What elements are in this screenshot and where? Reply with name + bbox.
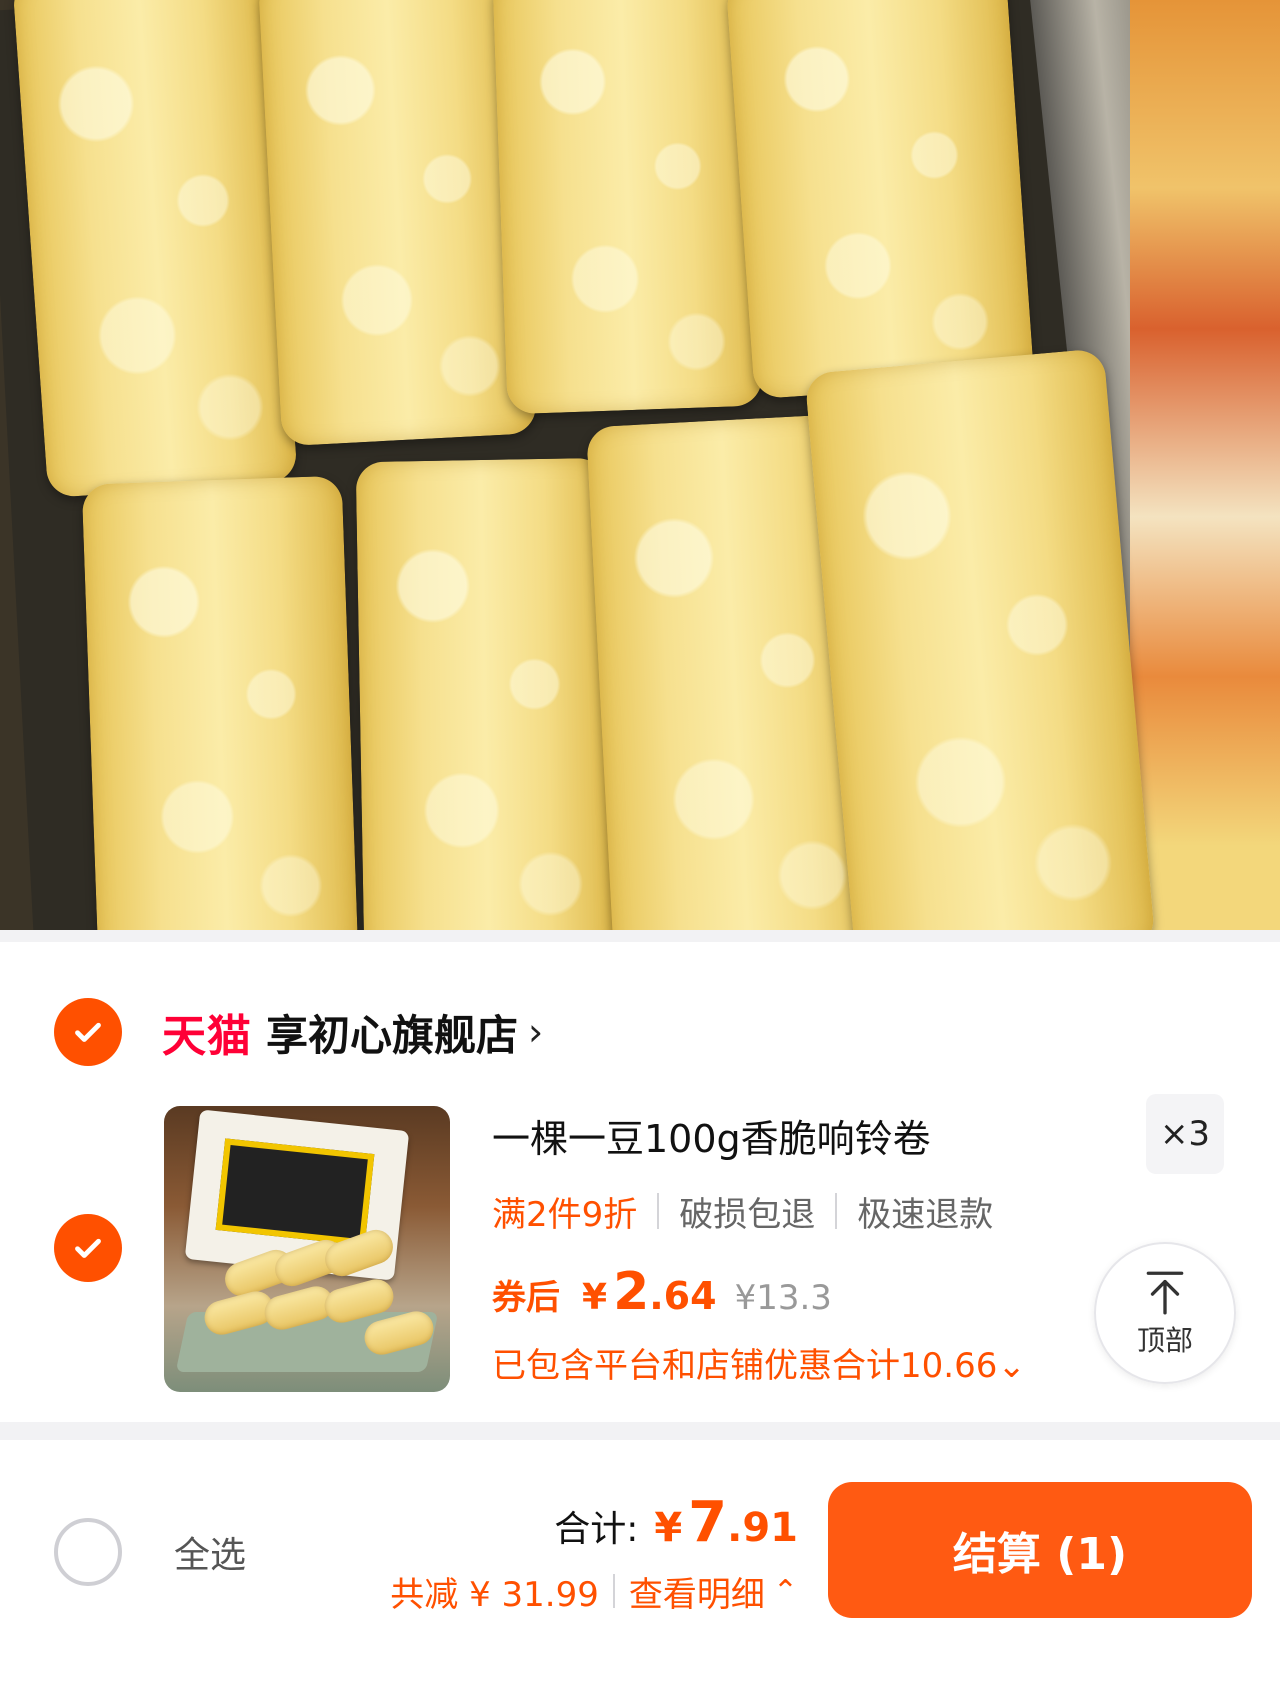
- tmall-brand-label: 天猫: [162, 1011, 252, 1062]
- total-label: 合计:: [554, 1509, 639, 1550]
- original-price: ¥13.3: [734, 1278, 832, 1318]
- total-saving: 共减 ¥ 31.99: [390, 1574, 599, 1615]
- price-row: 券后 ¥ 2 .64 ¥13.3: [492, 1262, 832, 1322]
- cart-page: 天猫 享初心旗舰店 › 一棵一豆100g香脆响铃卷 ×3 满2件9折 破损包退 …: [0, 0, 1280, 1706]
- side-dish-shape: [1130, 0, 1280, 940]
- separator: [835, 1193, 838, 1229]
- checkmark-icon: [75, 1022, 101, 1042]
- checkmark-icon: [75, 1238, 101, 1258]
- roll-shape: [12, 0, 298, 499]
- checkout-button[interactable]: 结算 (1): [828, 1482, 1252, 1618]
- select-all-label[interactable]: 全选: [174, 1526, 246, 1578]
- discount-summary[interactable]: 已包含平台和店铺优惠合计10.66⌄: [492, 1338, 1026, 1388]
- total-row: 合计: ¥ 7 .91: [554, 1490, 798, 1560]
- quantity-selector[interactable]: ×3: [1146, 1094, 1224, 1174]
- roll-shape: [725, 0, 1035, 400]
- roll-shape: [355, 457, 615, 940]
- back-to-top-label: 顶部: [1136, 1324, 1193, 1357]
- arrow-up-icon: [1146, 1271, 1184, 1315]
- roll-shape: [81, 475, 359, 940]
- currency-symbol: ¥: [582, 1277, 608, 1318]
- discount-summary-text: 已包含平台和店铺优惠合计10.66: [492, 1346, 998, 1386]
- item-checkbox[interactable]: [54, 1214, 122, 1282]
- price-decimal: .64: [649, 1274, 717, 1318]
- select-all-checkbox[interactable]: [54, 1518, 122, 1586]
- product-hero-image[interactable]: [0, 0, 1280, 940]
- currency-symbol: ¥: [654, 1505, 683, 1551]
- after-coupon-label: 券后: [492, 1278, 560, 1318]
- total-integer: 7: [688, 1490, 728, 1555]
- roll-shape: [492, 0, 763, 415]
- promo-tags: 满2件9折 破损包退 极速退款: [492, 1186, 993, 1236]
- chevron-up-icon: ⌃: [772, 1573, 798, 1609]
- promo-tag-damage-return: 破损包退: [679, 1194, 816, 1235]
- product-title[interactable]: 一棵一豆100g香脆响铃卷: [492, 1108, 1052, 1163]
- package-label-shape: [215, 1138, 375, 1246]
- chevron-right-icon: ›: [528, 1010, 544, 1054]
- promo-tag-discount: 满2件9折: [492, 1194, 638, 1235]
- store-name[interactable]: 享初心旗舰店: [266, 1002, 518, 1063]
- divider: [0, 930, 1280, 942]
- store-checkbox[interactable]: [54, 998, 122, 1066]
- chevron-down-icon: ⌄: [997, 1346, 1026, 1386]
- product-thumbnail[interactable]: [164, 1106, 450, 1392]
- back-to-top-button[interactable]: 顶部: [1094, 1242, 1236, 1384]
- store-header[interactable]: 天猫 享初心旗舰店 ›: [162, 1000, 543, 1064]
- promo-tag-fast-refund: 极速退款: [857, 1194, 994, 1235]
- roll-shape: [804, 348, 1156, 940]
- total-decimal: .91: [727, 1505, 798, 1551]
- separator: [657, 1193, 660, 1229]
- view-detail-link[interactable]: 查看明细: [629, 1567, 765, 1616]
- price-integer: 2: [613, 1262, 650, 1322]
- separator: [612, 1574, 615, 1608]
- saving-row[interactable]: 共减 ¥ 31.99 查看明细 ⌃: [390, 1564, 798, 1618]
